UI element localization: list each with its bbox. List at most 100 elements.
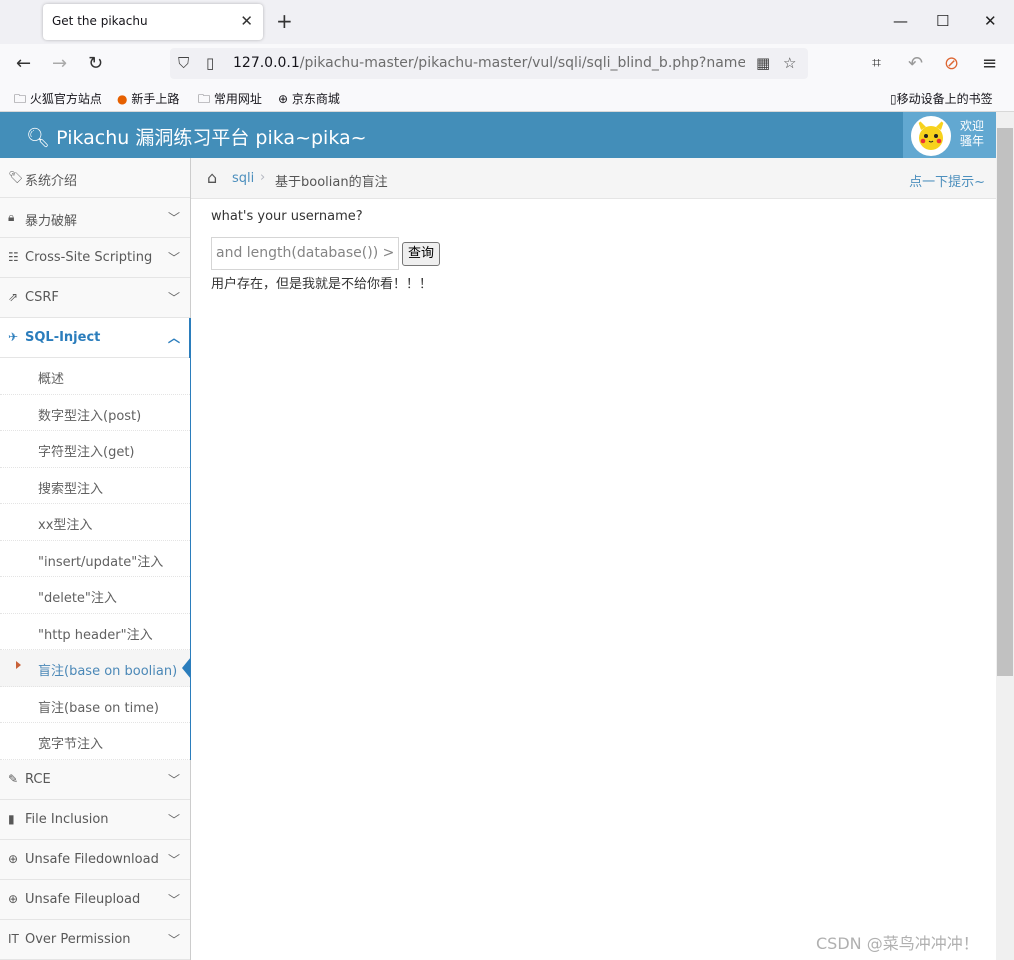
hint-link[interactable]: 点一下提示~ — [909, 171, 985, 190]
submenu-item[interactable]: 数字型注入(post) — [0, 394, 190, 431]
submenu-item[interactable]: 概述 — [0, 358, 190, 395]
submenu-item[interactable]: 搜索型注入 — [0, 467, 190, 504]
scrollbar-thumb[interactable] — [997, 128, 1013, 676]
submenu-label: "delete"注入 — [38, 591, 117, 606]
avatar — [911, 116, 951, 156]
back-icon[interactable]: ← — [16, 53, 31, 74]
shield-icon[interactable]: ⛉ — [178, 54, 189, 72]
chevron-down-icon: ﹀ — [167, 892, 180, 907]
minimize-icon[interactable]: — — [893, 12, 908, 30]
site-brand[interactable]: 🔍︎ Pikachu 漏洞练习平台 pika~pika~ — [26, 123, 367, 150]
close-tab-icon[interactable]: ✕ — [240, 12, 253, 30]
welcome-text: 欢迎 骚年 — [960, 119, 985, 148]
submenu-item[interactable]: 盲注(base on time) — [0, 686, 190, 723]
sidebar-item-label: File Inclusion — [25, 811, 109, 827]
chevron-down-icon: ﹀ — [167, 772, 180, 787]
tags-icon: 🏷︎ — [8, 170, 24, 184]
sidebar-item-over-permission[interactable]: IT Over Permission ﹀ — [0, 919, 190, 960]
chevron-down-icon: ﹀ — [167, 852, 180, 867]
sidebar-item-bruteforce[interactable]: 🔒︎ 暴力破解 ﹀ — [0, 198, 190, 238]
active-indicator — [182, 657, 191, 679]
sidebar-item-sqli[interactable]: ✈ SQL-Inject ︿ — [0, 318, 191, 760]
submenu-item[interactable]: 字符型注入(get) — [0, 431, 190, 468]
sidebar-item-fileupload[interactable]: ⊕ Unsafe Fileupload ﹀ — [0, 879, 190, 920]
pikachu-avatar-icon — [917, 118, 945, 150]
browser-navbar: ← → ↻ ⛉ ▯ 127.0.0.1/pikachu-master/pikac… — [0, 44, 1014, 84]
undo-icon[interactable]: ↶ — [908, 53, 923, 74]
username-input[interactable]: and length(database()) > 2# — [211, 237, 399, 270]
chevron-down-icon: ﹀ — [167, 251, 180, 265]
chevron-down-icon: ﹀ — [167, 211, 180, 225]
submenu-label: 搜索型注入 — [38, 481, 104, 497]
sidebar-item-file-inclusion[interactable]: ▮ File Inclusion ﹀ — [0, 799, 190, 840]
breadcrumb-current: 基于boolian的盲注 — [275, 175, 388, 190]
submenu-item[interactable]: "delete"注入 — [0, 577, 190, 614]
sidebar-item-xss[interactable]: ☷ Cross-Site Scripting ﹀ — [0, 238, 190, 278]
menu-icon[interactable]: ≡ — [982, 53, 997, 74]
submenu-label: "insert/update"注入 — [38, 554, 164, 570]
sidebar-item-csrf[interactable]: ⇗ CSRF ﹀ — [0, 278, 190, 318]
sidebar: 🏷︎ 系统介绍 🔒︎ 暴力破解 ﹀ ☷ Cross-Site Scripting… — [0, 158, 191, 960]
submenu-label: 概述 — [38, 372, 65, 387]
home-icon[interactable]: ⌂ — [207, 168, 217, 187]
sidebar-item-label: Unsafe Fileupload — [25, 891, 141, 907]
sidebar-item-rce[interactable]: ✎ RCE ﹀ — [0, 759, 190, 800]
pencil-icon: ✎ — [8, 771, 19, 786]
key-icon: 🔍︎ — [26, 127, 51, 149]
address-bar[interactable]: ⛉ ▯ 127.0.0.1/pikachu-master/pikachu-mas… — [170, 48, 808, 79]
submenu-label: 宽字节注入 — [38, 737, 104, 752]
submenu-item[interactable]: "http header"注入 — [0, 613, 190, 650]
result-message: 用户存在，但是我就是不给你看！！！ — [211, 277, 433, 292]
browser-tab[interactable]: Get the pikachu ✕ — [43, 4, 263, 40]
query-button[interactable]: 查询 — [402, 242, 440, 266]
bookmark-item[interactable]: 🗀 火狐官方站点 — [14, 90, 102, 111]
download-icon: ⊕ — [8, 851, 19, 866]
submenu-label: 数字型注入(post) — [38, 408, 142, 424]
share-icon: ⇗ — [8, 290, 19, 304]
submenu-item[interactable]: xx型注入 — [0, 504, 190, 541]
star-icon[interactable]: ☆ — [783, 54, 796, 72]
close-window-icon[interactable]: ✕ — [984, 12, 997, 30]
breadcrumb-link-sqli[interactable]: sqli — [232, 171, 254, 186]
bookmark-item[interactable]: ● 新手上路 — [117, 90, 179, 107]
crop-icon[interactable]: ⌗ — [872, 53, 881, 73]
file-icon: ▮ — [8, 811, 15, 826]
sidebar-item-label: Over Permission — [25, 931, 131, 947]
sidebar-item-label: CSRF — [25, 290, 59, 305]
page-icon: ▯ — [206, 54, 215, 72]
submenu-item[interactable]: 宽字节注入 — [0, 723, 190, 760]
submenu-label: "http header"注入 — [38, 627, 153, 643]
chevron-down-icon: ﹀ — [167, 812, 180, 827]
forward-icon[interactable]: → — [52, 53, 67, 74]
submenu-label: xx型注入 — [38, 518, 93, 533]
mobile-bookmarks[interactable]: ▯移动设备上的书签 — [890, 90, 993, 107]
sidebar-item-label: 暴力破解 — [25, 214, 78, 229]
sidebar-item-filedownload[interactable]: ⊕ Unsafe Filedownload ﹀ — [0, 839, 190, 880]
bookmark-item[interactable]: 🗀 常用网址 — [198, 90, 262, 111]
chevron-down-icon: ﹀ — [167, 932, 180, 947]
new-tab-icon[interactable]: + — [276, 9, 293, 33]
page-scrollbar[interactable] — [996, 112, 1014, 960]
maximize-icon[interactable]: ☐ — [936, 12, 949, 30]
breadcrumb: ⌂ sqli › 基于boolian的盲注 点一下提示~ — [191, 158, 996, 199]
watermark: CSDN @菜鸟冲冲冲！ — [816, 934, 979, 953]
submenu-item-current[interactable]: 盲注(base on boolian) — [0, 650, 191, 687]
chevron-down-icon: ﹀ — [167, 291, 180, 305]
user-menu[interactable]: 欢迎 骚年 — [903, 112, 996, 158]
main-content: what's your username? and length(databas… — [211, 209, 981, 292]
qrcode-icon[interactable]: ▦ — [756, 54, 770, 72]
submenu-label: 盲注(base on boolian) — [38, 664, 178, 679]
sidebar-item-label: Cross-Site Scripting — [25, 250, 153, 265]
list-icon: ☷ — [8, 250, 19, 264]
submenu-label: 盲注(base on time) — [38, 700, 159, 716]
chevron-up-icon: ︿ — [167, 331, 180, 345]
blocked-icon[interactable]: ⊘ — [944, 53, 959, 74]
bookmark-item[interactable]: ⊕ 京东商城 — [278, 90, 340, 107]
sidebar-item-intro[interactable]: 🏷︎ 系统介绍 — [0, 158, 190, 198]
browser-titlebar: Get the pikachu ✕ + — ☐ ✕ — [0, 0, 1014, 44]
caret-right-icon — [16, 661, 21, 669]
sidebar-item-label: RCE — [25, 771, 51, 787]
url-text[interactable]: 127.0.0.1/pikachu-master/pikachu-master/… — [233, 55, 745, 71]
reload-icon[interactable]: ↻ — [88, 53, 103, 74]
submenu-item[interactable]: "insert/update"注入 — [0, 540, 190, 577]
